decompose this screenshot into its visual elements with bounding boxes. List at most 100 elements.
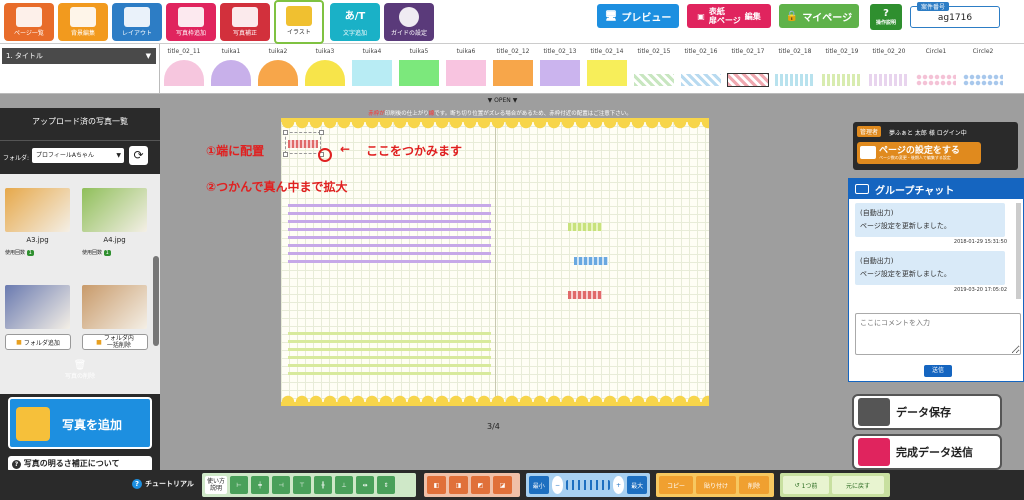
align-left-icon[interactable]: ⊢ xyxy=(230,476,248,494)
resize-handle[interactable] xyxy=(283,152,288,157)
illustration-piece[interactable] xyxy=(568,223,602,231)
zoom-min-button[interactable]: 最小 xyxy=(529,476,549,494)
submit-data-button[interactable]: 完成データ送信 xyxy=(852,434,1002,470)
illustration-piece[interactable] xyxy=(568,291,602,299)
help-button[interactable]: ? 操作説明 xyxy=(870,4,902,30)
redo-button[interactable]: 元に戻す xyxy=(832,476,884,494)
selection-box[interactable] xyxy=(283,130,324,157)
category-select[interactable]: 1. タイトル ▼ xyxy=(2,48,156,64)
illustration-stripe[interactable] xyxy=(288,356,491,359)
illustration-tile[interactable]: title_02_17 xyxy=(726,48,770,90)
tab-add-text[interactable]: あ/T 文字追加 xyxy=(330,3,380,41)
distribute-horizontal-icon[interactable]: ⇹ xyxy=(356,476,374,494)
resize-handle[interactable] xyxy=(283,130,288,135)
illustration-tile[interactable]: tuika4 xyxy=(350,48,394,90)
illustration-stripe[interactable] xyxy=(288,212,491,215)
book-icon: ▣ xyxy=(697,11,705,21)
preview-button[interactable]: 🖥 プレビュー xyxy=(597,4,679,28)
illustration-tile[interactable]: title_02_11 xyxy=(162,48,206,90)
open-toggle[interactable]: ▼ OPEN ▼ xyxy=(160,97,845,105)
tab-add-photo-frame[interactable]: 写真枠追加 xyxy=(166,3,216,41)
illustration-piece[interactable] xyxy=(574,257,608,265)
brightness-help-label: 写真の明るさ補正について xyxy=(23,459,120,468)
illustration-stripe[interactable] xyxy=(288,364,491,367)
photo-thumbnail[interactable] xyxy=(82,188,147,232)
save-button[interactable]: データ保存 xyxy=(852,394,1002,430)
resize-handle[interactable] xyxy=(319,130,324,135)
illustration-stripe[interactable] xyxy=(288,244,491,247)
comment-input[interactable] xyxy=(855,313,1021,355)
illustration-tile[interactable]: title_02_20 xyxy=(867,48,911,90)
bring-front-icon[interactable]: ◧ xyxy=(427,476,446,494)
add-folder-button[interactable]: ■ フォルダ追加 xyxy=(5,334,71,350)
illustration-stripe[interactable] xyxy=(288,348,491,351)
send-backward-icon[interactable]: ◩ xyxy=(471,476,490,494)
illustration-tile[interactable]: tuika1 xyxy=(209,48,253,90)
align-center-icon[interactable]: ╪ xyxy=(251,476,269,494)
illustration-stripe[interactable] xyxy=(288,252,491,255)
align-bottom-icon[interactable]: ⊥ xyxy=(335,476,353,494)
illustration-tile[interactable]: title_02_16 xyxy=(679,48,723,90)
photo-thumbnail[interactable] xyxy=(5,188,70,232)
photo-thumbnail[interactable] xyxy=(5,285,70,329)
tab-guide-settings[interactable]: ガイドの設定 xyxy=(384,3,434,41)
chevron-down-icon: ▼ xyxy=(145,52,151,60)
illustration-tile[interactable]: Circle1 xyxy=(914,48,958,90)
illustration-tile[interactable]: title_02_18 xyxy=(773,48,817,90)
tab-photo-correction[interactable]: 写真補正 xyxy=(220,3,270,41)
illustration-stripe[interactable] xyxy=(288,260,491,263)
delete-photo-button[interactable]: 🗑 写真の削除 xyxy=(0,360,160,380)
illustration-tile[interactable]: title_02_13 xyxy=(538,48,582,90)
illustration-stripe[interactable] xyxy=(288,204,491,207)
illustration-stripe[interactable] xyxy=(288,236,491,239)
align-middle-icon[interactable]: ╫ xyxy=(314,476,332,494)
folder-select[interactable]: プロフィールAちゃん ▼ xyxy=(32,148,124,163)
illustration-tile[interactable]: title_02_19 xyxy=(820,48,864,90)
photo-thumbnail[interactable] xyxy=(82,285,147,329)
chat-scrollbar[interactable] xyxy=(1016,203,1021,299)
refresh-icon[interactable]: ⟳ xyxy=(129,146,148,165)
zoom-slider[interactable] xyxy=(566,480,610,490)
tab-background-edit[interactable]: 背景編集 xyxy=(58,3,108,41)
page-spread[interactable] xyxy=(281,118,709,406)
photo-list-scrollbar[interactable] xyxy=(153,256,159,346)
illustration-stripe[interactable] xyxy=(288,228,491,231)
tutorial-button[interactable]: ? チュートリアル xyxy=(132,479,194,489)
tab-illustration[interactable]: イラスト xyxy=(274,0,324,44)
illustration-stripe[interactable] xyxy=(288,332,491,335)
illustration-tile[interactable]: Circle2 xyxy=(961,48,1005,90)
selected-illustration[interactable] xyxy=(288,140,318,148)
illustration-tile[interactable]: tuika2 xyxy=(256,48,300,90)
illustration-tile[interactable]: tuika6 xyxy=(444,48,488,90)
tab-page-list[interactable]: ページ一覧 xyxy=(4,3,54,41)
zoom-out-icon[interactable]: − xyxy=(551,476,564,494)
cover-edit-button[interactable]: ▣ 表紙 扉ページ 編集 xyxy=(687,4,771,28)
usage-help-button[interactable]: 使い方 説明 xyxy=(205,476,227,494)
page-settings-button[interactable]: ページの設定をする ページ数の変更・後期人で編集する設定 xyxy=(857,142,981,164)
copy-button[interactable]: コピー xyxy=(659,476,693,494)
align-right-icon[interactable]: ⊣ xyxy=(272,476,290,494)
add-photo-button[interactable]: 写真を追加 xyxy=(8,397,152,449)
illustration-stripe[interactable] xyxy=(288,372,491,375)
illustration-tile[interactable]: title_02_15 xyxy=(632,48,676,90)
distribute-vertical-icon[interactable]: ⇕ xyxy=(377,476,395,494)
align-top-icon[interactable]: ⊤ xyxy=(293,476,311,494)
bulk-delete-button[interactable]: ■ フォルダ内 一括削除 xyxy=(82,334,148,350)
mypage-button[interactable]: 🔒 マイページ xyxy=(779,4,859,28)
zoom-max-button[interactable]: 最大 xyxy=(627,476,647,494)
paste-button[interactable]: 貼り付け xyxy=(696,476,736,494)
zoom-group: 最小 − + 最大 xyxy=(526,473,650,497)
illustration-stripe[interactable] xyxy=(288,340,491,343)
delete-button[interactable]: 削除 xyxy=(739,476,769,494)
tab-layout[interactable]: レイアウト xyxy=(112,3,162,41)
zoom-in-icon[interactable]: + xyxy=(612,476,625,494)
illustration-stripe[interactable] xyxy=(288,220,491,223)
bring-forward-icon[interactable]: ◨ xyxy=(449,476,468,494)
illustration-tile[interactable]: tuika3 xyxy=(303,48,347,90)
illustration-tile[interactable]: title_02_12 xyxy=(491,48,535,90)
send-button[interactable]: 送信 xyxy=(924,365,952,377)
send-back-icon[interactable]: ◪ xyxy=(493,476,512,494)
undo-button[interactable]: ↺ 1つ前 xyxy=(783,476,829,494)
illustration-tile[interactable]: tuika5 xyxy=(397,48,441,90)
illustration-tile[interactable]: title_02_14 xyxy=(585,48,629,90)
